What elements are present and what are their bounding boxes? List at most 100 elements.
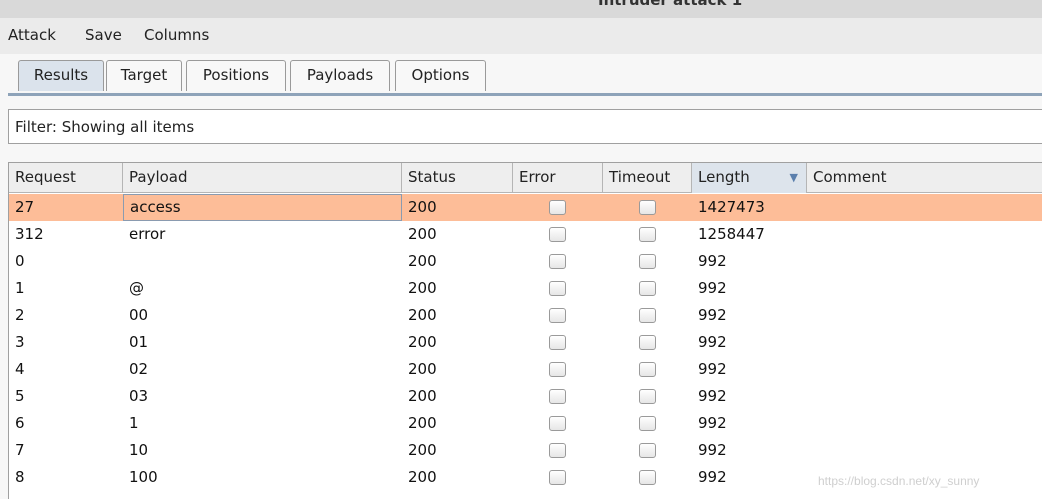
request-cell: 3 — [15, 333, 25, 351]
status-cell: 200 — [408, 333, 437, 351]
timeout-checkbox — [639, 308, 656, 323]
status-cell: 200 — [408, 279, 437, 297]
status-cell: 200 — [408, 387, 437, 405]
menu-bar: Attack Save Columns — [0, 18, 1042, 54]
table-row[interactable]: 312 error 200 1258447 — [9, 221, 1042, 248]
comment-cell — [807, 329, 1042, 356]
payload-cell: @ — [129, 279, 144, 297]
column-header-error[interactable]: Error — [513, 163, 603, 193]
column-header-request[interactable]: Request — [9, 163, 123, 193]
payload-cell: error — [129, 225, 166, 243]
payload-cell — [123, 248, 402, 275]
comment-cell — [807, 383, 1042, 410]
comment-cell — [807, 275, 1042, 302]
status-cell: 200 — [408, 306, 437, 324]
length-cell: 992 — [698, 468, 727, 486]
timeout-checkbox — [639, 281, 656, 296]
tab-results[interactable]: Results — [18, 60, 104, 91]
error-checkbox — [549, 254, 566, 269]
column-header-payload[interactable]: Payload — [123, 163, 402, 193]
status-cell: 200 — [408, 468, 437, 486]
table-row[interactable]: 6 1 200 992 — [9, 410, 1042, 437]
length-cell: 992 — [698, 441, 727, 459]
table-row[interactable]: 4 02 200 992 — [9, 356, 1042, 383]
table-row[interactable]: 2 00 200 992 — [9, 302, 1042, 329]
tab-positions[interactable]: Positions — [186, 60, 286, 91]
comment-cell — [807, 356, 1042, 383]
request-cell: 5 — [15, 387, 25, 405]
timeout-checkbox — [639, 200, 656, 215]
column-header-timeout[interactable]: Timeout — [603, 163, 692, 193]
length-cell: 992 — [698, 306, 727, 324]
length-cell: 992 — [698, 414, 727, 432]
timeout-checkbox — [639, 335, 656, 350]
status-cell: 200 — [408, 360, 437, 378]
payload-cell: 02 — [129, 360, 149, 378]
timeout-checkbox — [639, 389, 656, 404]
length-cell: 992 — [698, 333, 727, 351]
request-cell: 4 — [15, 360, 25, 378]
timeout-checkbox — [639, 362, 656, 377]
payload-cell: 00 — [129, 306, 149, 324]
request-cell: 312 — [15, 225, 44, 243]
error-checkbox — [549, 362, 566, 377]
table-row[interactable]: 1 @200 992 — [9, 275, 1042, 302]
length-cell: 992 — [698, 252, 727, 270]
error-checkbox — [549, 416, 566, 431]
table-row[interactable]: 3 01 200 992 — [9, 329, 1042, 356]
error-checkbox — [549, 281, 566, 296]
comment-cell — [807, 221, 1042, 248]
filter-bar[interactable]: Filter: Showing all items — [8, 109, 1042, 144]
payload-cell: access — [123, 194, 402, 221]
column-header-status[interactable]: Status — [402, 163, 513, 193]
tab-underline — [8, 93, 1042, 96]
tab-bar: Results Target Positions Payloads Option… — [0, 54, 1042, 96]
table-header: Request Payload Status Error Timeout Len… — [9, 163, 1042, 193]
error-checkbox — [549, 227, 566, 242]
menu-columns[interactable]: Columns — [144, 26, 209, 44]
timeout-checkbox — [639, 416, 656, 431]
error-checkbox — [549, 389, 566, 404]
results-table: Request Payload Status Error Timeout Len… — [8, 162, 1042, 499]
comment-cell — [807, 437, 1042, 464]
status-cell: 200 — [408, 441, 437, 459]
tab-payloads[interactable]: Payloads — [290, 60, 390, 91]
comment-cell — [807, 194, 1042, 221]
request-cell: 7 — [15, 441, 25, 459]
payload-cell: 01 — [129, 333, 149, 351]
status-cell: 200 — [408, 414, 437, 432]
window-title: Intruder attack 1 — [598, 0, 743, 9]
menu-save[interactable]: Save — [85, 26, 122, 44]
window-titlebar: Intruder attack 1 — [0, 0, 1042, 18]
payload-cell: 1 — [129, 414, 139, 432]
length-cell: 1258447 — [698, 225, 765, 243]
payload-cell: 100 — [129, 468, 158, 486]
table-row[interactable]: 27 access 200 1427473 — [9, 194, 1042, 221]
tab-options[interactable]: Options — [395, 60, 486, 91]
request-cell: 2 — [15, 306, 25, 324]
error-checkbox — [549, 308, 566, 323]
column-header-length[interactable]: Length ▼ — [692, 163, 807, 193]
request-cell: 27 — [15, 198, 35, 216]
column-header-length-label: Length — [698, 168, 750, 186]
table-row[interactable]: 7 10 200 992 — [9, 437, 1042, 464]
status-cell: 200 — [408, 225, 437, 243]
table-row[interactable]: 5 03 200 992 — [9, 383, 1042, 410]
comment-cell — [807, 248, 1042, 275]
comment-cell — [807, 410, 1042, 437]
tab-target[interactable]: Target — [106, 60, 182, 91]
comment-cell — [807, 302, 1042, 329]
request-cell: 8 — [15, 468, 25, 486]
request-cell: 6 — [15, 414, 25, 432]
length-cell: 1427473 — [698, 198, 765, 216]
menu-attack[interactable]: Attack — [8, 26, 56, 44]
column-header-comment[interactable]: Comment — [807, 163, 1042, 193]
error-checkbox — [549, 200, 566, 215]
timeout-checkbox — [639, 227, 656, 242]
table-row[interactable]: 0 200 992 — [9, 248, 1042, 275]
sort-descending-icon: ▼ — [789, 171, 798, 184]
request-cell: 1 — [15, 279, 25, 297]
watermark: https://blog.csdn.net/xy_sunny — [818, 474, 980, 488]
error-checkbox — [549, 335, 566, 350]
timeout-checkbox — [639, 443, 656, 458]
